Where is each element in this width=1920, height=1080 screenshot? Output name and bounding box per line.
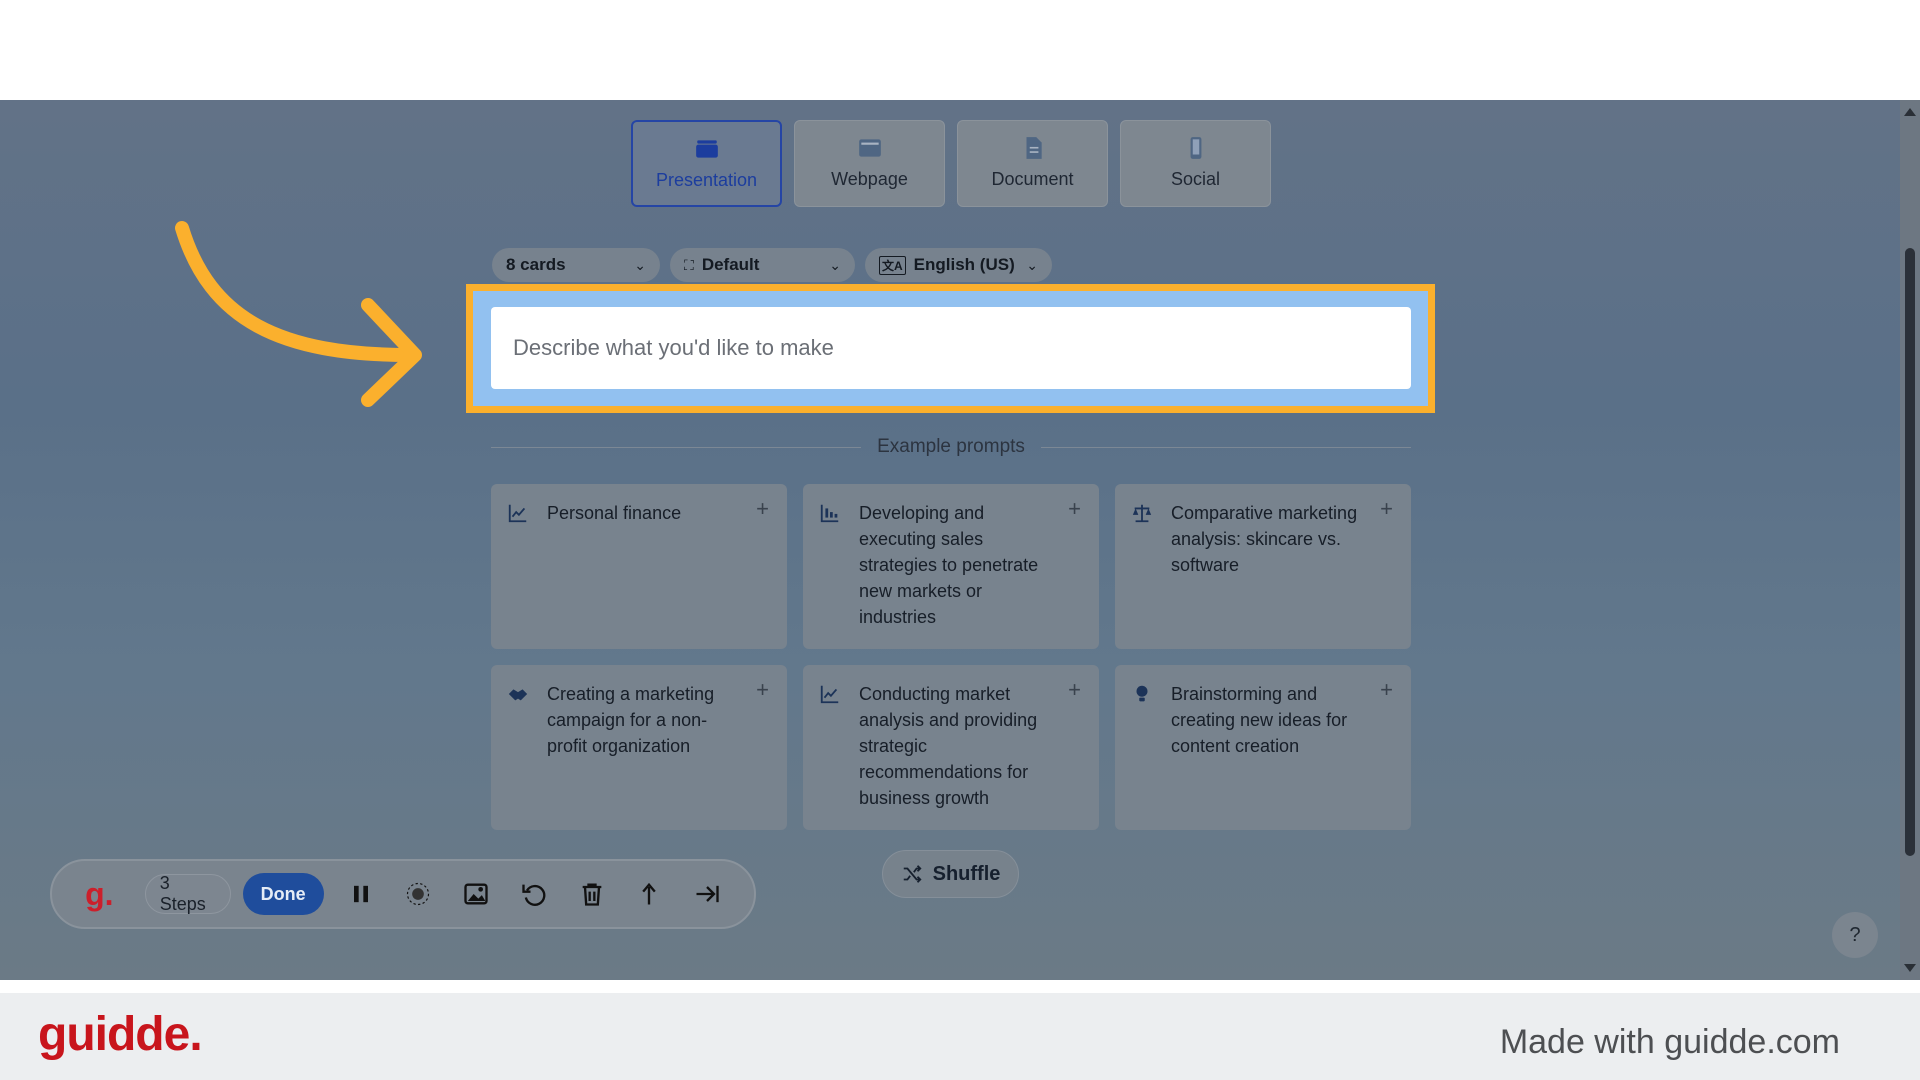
content-type-tabs: Presentation Webpage Document Social [631,120,1271,207]
shuffle-icon [903,865,922,883]
example-text: Conducting market analysis and providing… [859,684,1038,808]
example-text: Comparative marketing analysis: skincare… [1171,503,1358,575]
add-icon[interactable]: + [1380,496,1393,522]
recorder-toolbar: g. 3 Steps Done [50,859,756,929]
steps-label: 3 Steps [159,873,206,914]
card-count-select[interactable]: 8 cards ⌄ [492,248,660,282]
tab-social[interactable]: Social [1120,120,1271,207]
example-card[interactable]: Comparative marketing analysis: skincare… [1115,484,1411,649]
shuffle-button[interactable]: Shuffle [882,850,1019,898]
add-icon[interactable]: + [1380,677,1393,703]
top-margin [0,0,1920,100]
card-count-value: 8 cards [506,255,566,274]
line-chart-icon [820,685,839,704]
language-icon: 文A [879,255,906,275]
trash-icon [582,883,601,906]
example-text: Developing and executing sales strategie… [859,503,1039,627]
add-icon[interactable]: + [1068,496,1081,522]
skip-button[interactable] [678,872,736,916]
done-button[interactable]: Done [242,873,324,915]
example-card[interactable]: Brainstorming and creating new ideas for… [1115,665,1411,830]
example-text: Creating a marketing campaign for a non-… [547,684,715,756]
help-label: ? [1849,923,1861,946]
tab-presentation[interactable]: Presentation [631,120,782,207]
example-text: Brainstorming and creating new ideas for… [1171,684,1348,756]
help-button[interactable]: ? [1832,912,1878,958]
pause-icon [353,885,368,903]
chevron-down-icon: ⌄ [634,256,646,273]
image-icon [464,883,488,905]
divider [491,446,862,448]
guide-arrow-icon [175,221,422,407]
tab-webpage[interactable]: Webpage [794,120,945,207]
steps-counter[interactable]: 3 Steps [144,873,231,914]
language-value: English (US) [913,255,1015,274]
phone-icon [1190,137,1201,159]
add-icon[interactable]: + [1068,677,1081,703]
bar-chart-icon [820,504,839,523]
chevron-down-icon: ⌄ [1026,256,1038,273]
tab-label: Document [991,169,1074,189]
scroll-thumb[interactable] [1905,248,1915,856]
blur-button[interactable] [389,872,447,916]
prompt-input[interactable] [491,307,1411,389]
undo-button[interactable] [505,872,563,916]
add-icon[interactable]: + [756,677,769,703]
footer-credit: Made with guidde.com [1499,1023,1840,1061]
chevron-down-icon: ⌄ [829,256,841,273]
scroll-down-icon[interactable] [1904,964,1916,972]
add-icon[interactable]: + [756,496,769,522]
pause-button[interactable] [332,872,390,916]
theme-select[interactable]: ⛶ Default ⌄ [670,248,855,282]
handshake-icon [508,689,528,701]
branch-icon [642,882,657,905]
example-card[interactable]: Developing and executing sales strategie… [803,484,1099,649]
example-text: Personal finance [547,503,682,523]
language-select[interactable]: 文A English (US) ⌄ [865,248,1052,282]
app-viewport: Presentation Webpage Document Social 8 c… [0,100,1920,980]
theme-value: Default [701,255,760,274]
shuffle-label: Shuffle [932,862,1001,885]
document-icon [1026,137,1042,159]
example-card[interactable]: Conducting market analysis and providing… [803,665,1099,830]
presentation-icon [695,140,718,158]
skip-icon [696,885,719,903]
divider [1040,446,1411,448]
scroll-up-icon[interactable] [1904,108,1916,116]
line-chart-icon [508,504,527,523]
lightbulb-icon [1136,685,1148,702]
blur-icon [407,882,430,906]
delete-button[interactable] [563,872,621,916]
example-prompts-header: Example prompts [491,436,1411,458]
footer: guidde. Made with guidde.com [0,993,1920,1080]
undo-icon [522,884,546,906]
tab-label: Presentation [655,170,758,190]
scrollbar[interactable] [1900,100,1920,980]
tab-document[interactable]: Document [957,120,1108,207]
example-card[interactable]: Personal finance + [491,484,787,649]
tab-label: Social [1170,169,1221,189]
example-prompts-grid: Personal finance + Developing and execut… [491,484,1411,830]
tab-label: Webpage [831,169,908,189]
generation-settings: 8 cards ⌄ ⛶ Default ⌄ 文A English (US) ⌄ [492,248,1052,282]
scale-icon [1132,504,1152,523]
webpage-icon [858,139,881,157]
example-card[interactable]: Creating a marketing campaign for a non-… [491,665,787,830]
expand-icon: ⛶ [684,256,694,273]
image-button[interactable] [447,872,505,916]
guidde-footer-logo: guidde. [38,1008,203,1061]
branch-button[interactable] [620,872,678,916]
example-prompts-title: Example prompts [877,436,1025,457]
guidde-logo: g. [85,875,114,912]
